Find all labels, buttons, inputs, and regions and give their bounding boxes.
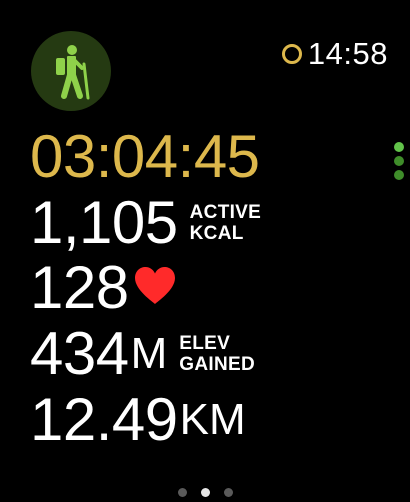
distance-unit: KM (179, 395, 246, 444)
elevation-value: 434 (30, 320, 129, 387)
workout-type-button[interactable] (31, 31, 111, 111)
distance-value: 12.49 (30, 386, 178, 453)
clock-time: 14:58 (307, 36, 388, 71)
activity-ring-icon (281, 44, 302, 64)
page-dot[interactable] (223, 488, 233, 497)
hiker-icon (56, 45, 90, 100)
status-bar: 14:58 (281, 36, 388, 72)
vertical-page-dot (394, 170, 404, 180)
vertical-page-dot (394, 156, 404, 166)
page-dot-current[interactable] (200, 488, 210, 497)
active-kcal-label: ACTIVE KCAL (189, 201, 262, 244)
page-dot[interactable] (177, 488, 187, 497)
elevation-label: ELEV GAINED (179, 332, 255, 375)
distance-metric: 12.49 KM (30, 390, 246, 450)
elevation-gained-metric: 434 M ELEV GAINED (30, 324, 255, 384)
vertical-page-indicator (394, 142, 404, 180)
active-kcal-value: 1,105 (30, 189, 178, 256)
heart-rate-value: 128 (30, 254, 129, 321)
elevation-unit: M (130, 329, 168, 378)
elapsed-time-metric: 03:04:45 (30, 127, 260, 187)
active-kcal-metric: 1,105 ACTIVE KCAL (30, 193, 261, 253)
heart-rate-metric: 128 (30, 258, 177, 318)
page-indicator[interactable] (0, 488, 410, 497)
elapsed-time-value: 03:04:45 (30, 123, 260, 190)
vertical-page-dot (394, 142, 404, 152)
heart-icon (133, 266, 177, 311)
